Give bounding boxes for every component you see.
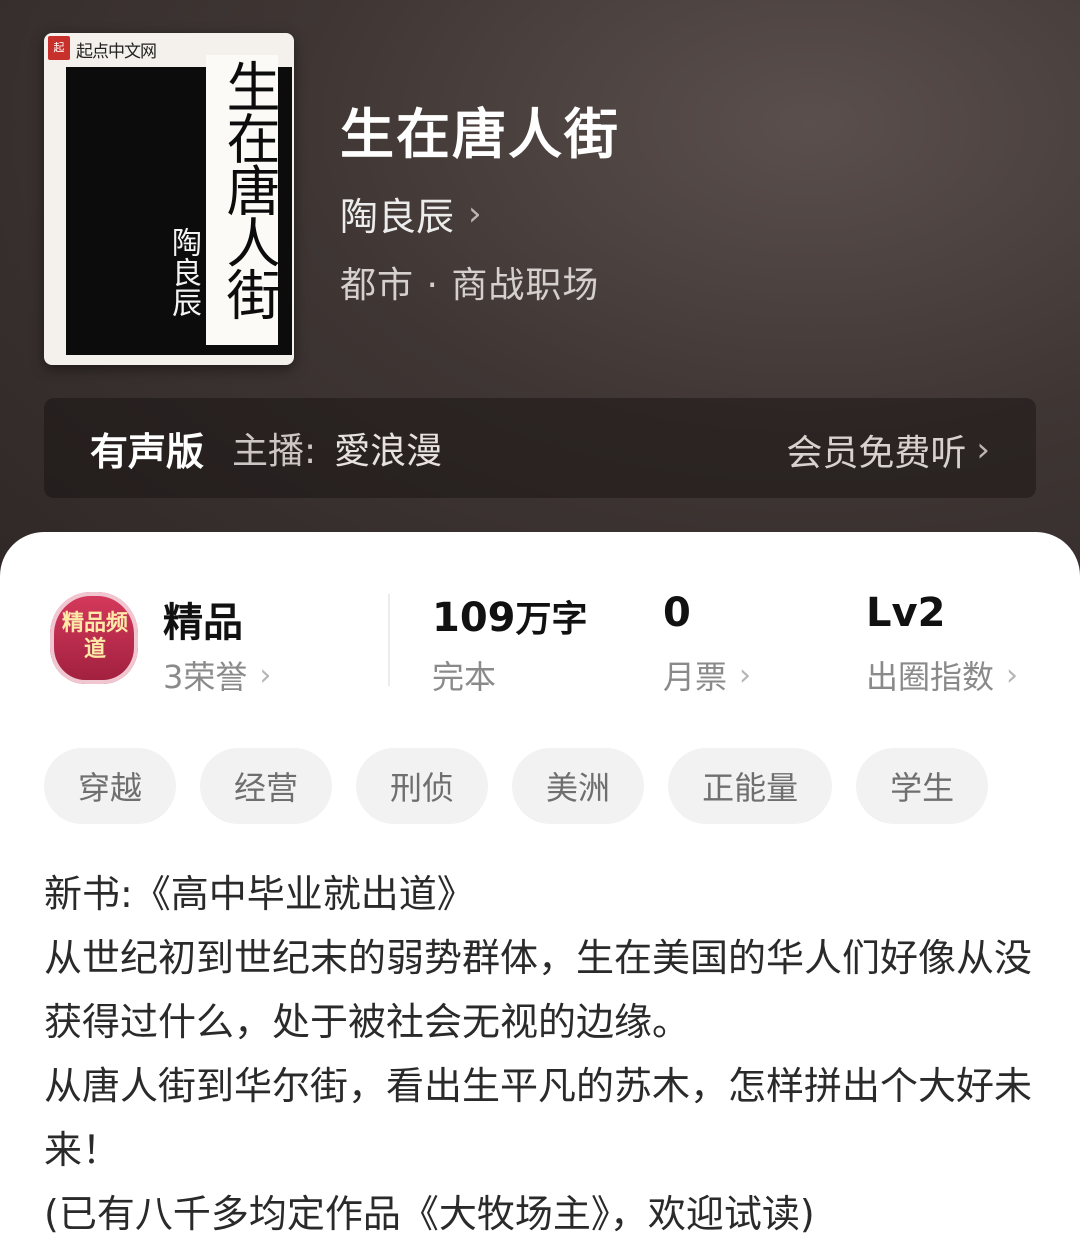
word-count-value: 109 xyxy=(432,595,516,641)
cover-brand: 起点中文网 xyxy=(76,42,157,62)
completion-status: 完本 xyxy=(432,658,497,696)
synopsis: 新书:《高中毕业就出道》 从世纪初到世纪末的弱势群体，生在美国的华人们好像从没获… xyxy=(44,862,1034,1246)
synopsis-line: (已有八千多均定作品《大牧场主》，欢迎试读) xyxy=(44,1192,815,1236)
chevron-right-icon: › xyxy=(468,193,482,234)
popularity-level: Lv2 xyxy=(866,590,946,636)
monthly-ticket-link[interactable]: 月票 › xyxy=(663,652,751,698)
synopsis-line: 从唐人街到华尔街，看出生平凡的苏木，怎样拼出个大好未来！ xyxy=(44,1064,1033,1172)
quality-title: 精品 xyxy=(163,600,243,646)
word-count: 109万字 xyxy=(432,590,588,642)
author-name: 陶良辰 xyxy=(340,195,455,239)
tag-chip[interactable]: 经营 xyxy=(200,748,333,824)
chevron-right-icon: › xyxy=(739,657,752,693)
free-listen-button[interactable]: 会员免费听 › xyxy=(786,424,990,476)
tag-chip[interactable]: 刑侦 xyxy=(356,748,489,824)
popularity-index-link[interactable]: 出圈指数 › xyxy=(866,652,1018,698)
book-category: 都市 · 商战职场 xyxy=(340,265,600,306)
tag-chip[interactable]: 正能量 xyxy=(668,748,833,824)
book-cover[interactable]: 起 起点中文网 生在唐人街 陶良辰 xyxy=(44,33,294,365)
badge-text: 精品频道 xyxy=(61,610,128,662)
free-listen-label: 会员免费听 xyxy=(786,433,967,474)
tag-chip[interactable]: 美洲 xyxy=(512,748,645,824)
honors-label: 3荣誉 xyxy=(163,658,248,696)
author-link[interactable]: 陶良辰 › xyxy=(340,186,482,241)
stats-divider xyxy=(388,594,390,686)
quality-badge-icon[interactable]: 精品频道 xyxy=(46,588,142,688)
audio-version-bar[interactable]: 有声版 主播: 愛浪漫 会员免费听 › xyxy=(44,398,1036,498)
cover-author: 陶良辰 xyxy=(166,227,201,317)
synopsis-line: 新书:《高中毕业就出道》 xyxy=(44,872,475,916)
honors-link[interactable]: 3荣誉 › xyxy=(163,652,271,698)
monthly-ticket-label: 月票 xyxy=(663,658,728,696)
monthly-ticket-count: 0 xyxy=(663,590,691,636)
book-title: 生在唐人街 xyxy=(340,103,620,166)
anchor-label: 主播: xyxy=(232,431,317,472)
word-count-unit: 万字 xyxy=(515,599,588,640)
book-header: 起 起点中文网 生在唐人街 陶良辰 生在唐人街 陶良辰 › 都市 · 商战职场 … xyxy=(0,0,1080,620)
cover-logo-seal: 起 xyxy=(48,36,70,60)
anchor-name: 愛浪漫 xyxy=(334,431,443,472)
tag-chip[interactable]: 穿越 xyxy=(44,748,177,824)
tag-list: 穿越 经营 刑侦 美洲 正能量 学生 xyxy=(44,748,989,824)
cover-title: 生在唐人街 xyxy=(217,59,280,319)
synopsis-line: 从世纪初到世纪末的弱势群体，生在美国的华人们好像从没获得过什么，处于被社会无视的… xyxy=(44,936,1033,1044)
tag-chip[interactable]: 学生 xyxy=(856,748,989,824)
popularity-index-label: 出圈指数 xyxy=(866,658,995,696)
chevron-right-icon: › xyxy=(976,430,990,470)
chevron-right-icon: › xyxy=(259,657,272,693)
chevron-right-icon: › xyxy=(1006,657,1019,693)
audio-version-label: 有声版 xyxy=(90,429,205,474)
